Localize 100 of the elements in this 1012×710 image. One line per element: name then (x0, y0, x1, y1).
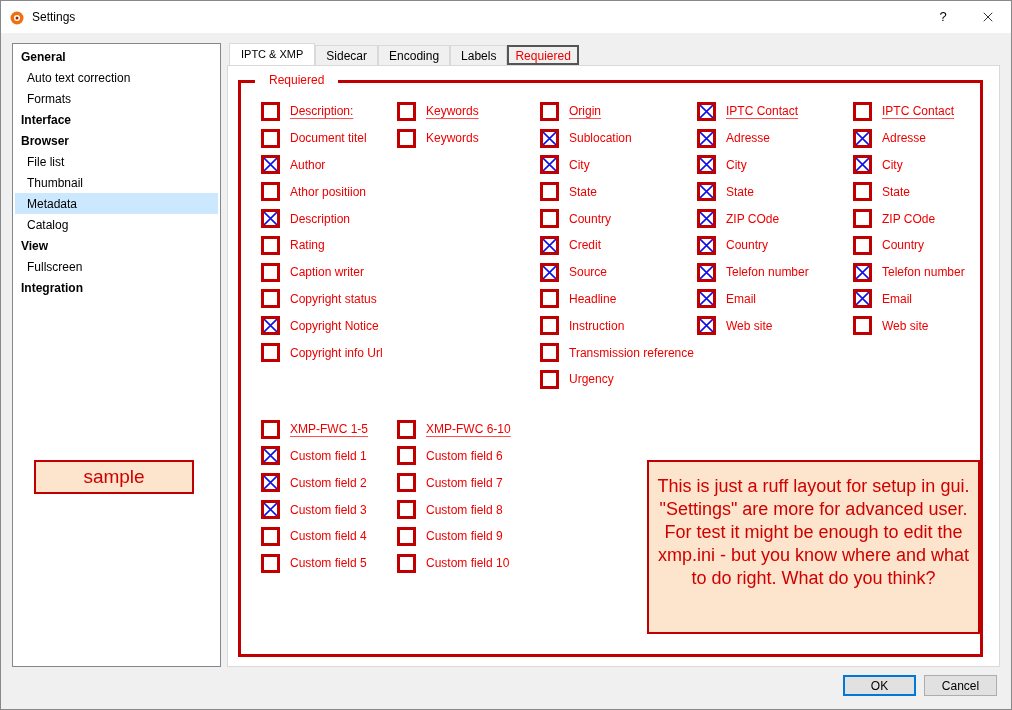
checkbox[interactable] (540, 155, 559, 175)
field-label: Custom field 8 (426, 503, 503, 516)
tab[interactable]: Requiered (507, 45, 579, 65)
checkbox[interactable] (540, 262, 559, 282)
checkbox[interactable] (853, 209, 872, 229)
checkbox[interactable] (261, 262, 280, 282)
sidebar-item[interactable]: Browser (15, 130, 218, 151)
sidebar-item[interactable]: Interface (15, 109, 218, 130)
checkbox[interactable] (540, 128, 559, 148)
tab[interactable]: IPTC & XMP (229, 43, 316, 65)
field-label: State (726, 185, 755, 198)
column-heading: Origin (569, 105, 601, 118)
field-label: Custom field 1 (290, 449, 367, 462)
field-label: State (569, 185, 598, 198)
checkbox[interactable] (540, 209, 559, 229)
sidebar-item[interactable]: Integration (15, 277, 218, 298)
checkbox[interactable] (261, 446, 280, 466)
checkbox[interactable] (853, 101, 872, 121)
field-label: Athor positiion (290, 185, 367, 198)
checkbox[interactable] (853, 182, 872, 202)
checkbox[interactable] (397, 553, 416, 573)
checkbox[interactable] (853, 262, 872, 282)
field-label: Country (882, 239, 925, 252)
app-logo-icon (9, 9, 25, 25)
checkbox[interactable] (853, 289, 872, 309)
checkbox[interactable] (540, 343, 559, 363)
checkbox[interactable] (397, 446, 416, 466)
checkbox[interactable] (853, 316, 872, 336)
field-label: Copyright status (290, 292, 377, 305)
field-label: Urgency (569, 373, 614, 386)
field-label: Web site (726, 319, 773, 332)
sample-label: sample (34, 460, 194, 494)
checkbox[interactable] (697, 155, 716, 175)
checkbox[interactable] (697, 182, 716, 202)
field-label: Copyright Notice (290, 319, 379, 332)
checkbox[interactable] (261, 526, 280, 546)
tab[interactable]: Encoding (378, 45, 451, 65)
dialog-button[interactable]: Cancel (924, 675, 997, 696)
column-heading: IPTC Contact (726, 105, 799, 118)
sidebar-item[interactable]: Metadata (15, 193, 218, 214)
checkbox[interactable] (397, 101, 416, 121)
checkbox[interactable] (853, 128, 872, 148)
checkbox[interactable] (261, 209, 280, 229)
field-label: Caption writer (290, 266, 365, 279)
checkbox[interactable] (540, 101, 559, 121)
dialog-button[interactable]: OK (843, 675, 916, 696)
checkbox[interactable] (261, 553, 280, 573)
checkbox[interactable] (540, 182, 559, 202)
field-label: Document titel (290, 132, 367, 145)
field-label: State (882, 185, 911, 198)
column-heading: IPTC Contact (882, 105, 955, 118)
checkbox[interactable] (261, 419, 280, 439)
checkbox[interactable] (697, 209, 716, 229)
field-label: Email (726, 292, 756, 305)
field-label: Custom field 5 (290, 557, 367, 570)
field-label: Sublocation (569, 132, 632, 145)
field-label: City (882, 159, 903, 171)
checkbox[interactable] (261, 343, 280, 363)
checkbox[interactable] (261, 155, 280, 175)
sidebar-item[interactable]: View (15, 235, 218, 256)
field-label: Adresse (882, 132, 927, 145)
checkbox[interactable] (397, 473, 416, 493)
checkbox[interactable] (397, 500, 416, 520)
sidebar-item[interactable]: Formats (15, 88, 218, 109)
field-label: ZIP COde (882, 212, 936, 225)
checkbox[interactable] (697, 289, 716, 309)
sidebar-item[interactable]: Fullscreen (15, 256, 218, 277)
checkbox[interactable] (261, 101, 280, 121)
checkbox[interactable] (697, 262, 716, 282)
checkbox[interactable] (261, 500, 280, 520)
field-label: Credit (569, 239, 601, 252)
checkbox[interactable] (397, 419, 416, 439)
sidebar-item[interactable]: Auto text correction (15, 67, 218, 88)
checkbox[interactable] (397, 128, 416, 148)
checkbox[interactable] (261, 473, 280, 493)
checkbox[interactable] (397, 526, 416, 546)
window-title: Settings (32, 9, 76, 26)
checkbox[interactable] (697, 101, 716, 121)
checkbox[interactable] (261, 289, 280, 309)
checkbox[interactable] (853, 235, 872, 255)
sidebar-item[interactable]: Thumbnail (15, 172, 218, 193)
checkbox[interactable] (540, 316, 559, 336)
checkbox[interactable] (697, 128, 716, 148)
checkbox[interactable] (697, 316, 716, 336)
checkbox[interactable] (261, 182, 280, 202)
checkbox[interactable] (697, 235, 716, 255)
sidebar-item[interactable]: Catalog (15, 214, 218, 235)
checkbox[interactable] (261, 128, 280, 148)
checkbox[interactable] (540, 235, 559, 255)
tab[interactable]: Sidecar (315, 45, 379, 65)
checkbox[interactable] (261, 235, 280, 255)
sidebar-item[interactable]: General (15, 46, 218, 67)
tab[interactable]: Labels (450, 45, 508, 65)
checkbox[interactable] (540, 289, 559, 309)
help-button[interactable]: ? (921, 1, 965, 33)
checkbox[interactable] (261, 316, 280, 336)
checkbox[interactable] (853, 155, 872, 175)
field-label: Custom field 2 (290, 476, 367, 489)
sidebar-item[interactable]: File list (15, 151, 218, 172)
checkbox[interactable] (540, 369, 559, 389)
